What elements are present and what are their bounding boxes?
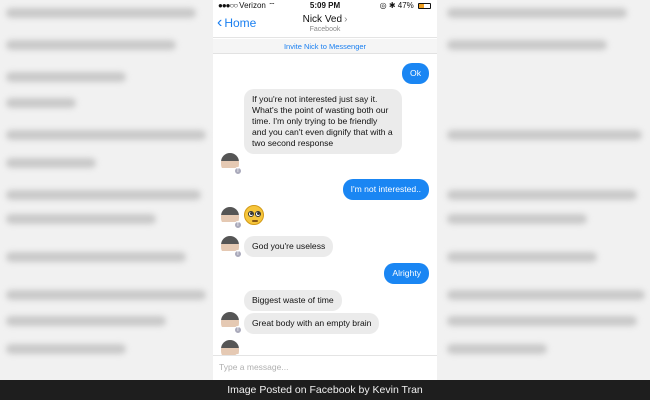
status-right: ◎ ✱ 47% — [380, 1, 431, 10]
battery-percent: 47% — [397, 1, 414, 10]
message-bubble-outgoing: I'm not interested.. — [342, 179, 429, 200]
contact-avatar[interactable]: f — [221, 153, 242, 175]
facebook-badge-icon: f — [234, 250, 242, 258]
message-bubble-outgoing: Ok — [402, 63, 429, 84]
blurred-article-left — [0, 0, 213, 380]
blurred-article-right — [437, 0, 650, 380]
contact-subtitle: Facebook — [309, 26, 341, 33]
message-composer — [213, 355, 437, 380]
invite-banner[interactable]: Invite Nick to Messenger — [213, 39, 437, 54]
bluetooth-icon: ✱ — [388, 1, 396, 10]
facebook-badge-icon: f — [234, 326, 242, 334]
emoji-eye-icon — [255, 211, 261, 217]
message-input[interactable] — [219, 360, 419, 374]
message-bubble-incoming: Biggest waste of time — [244, 290, 342, 311]
contact-name-text: Nick Ved — [302, 14, 343, 25]
message-bubble-incoming: Great body with an empty brain — [244, 313, 380, 334]
message-bubble-incoming: If you're not interested just say it. Wh… — [244, 89, 402, 154]
facebook-badge-icon: f — [234, 167, 242, 175]
message-bubble-incoming: God you're useless — [244, 236, 334, 257]
image-caption: Image Posted on Facebook by Kevin Tran — [0, 380, 650, 400]
messenger-screen: ●●●○○ Verizon ⌔ 5:09 PM ◎ ✱ 47% ‹ Home Ni… — [213, 0, 437, 380]
status-bar: ●●●○○ Verizon ⌔ 5:09 PM ◎ ✱ 47% — [213, 0, 437, 12]
eye-roll-emoji — [244, 205, 264, 225]
message-bubble-outgoing: Alrighty — [384, 263, 429, 284]
location-icon: ◎ — [379, 1, 387, 10]
facebook-badge-icon: f — [234, 221, 242, 229]
contact-avatar[interactable]: f — [221, 236, 242, 258]
battery-icon — [418, 2, 431, 9]
contact-avatar[interactable]: f — [221, 312, 242, 334]
contact-avatar[interactable]: f — [221, 207, 242, 229]
emoji-eye-icon — [248, 211, 254, 217]
contact-name[interactable]: Nick Ved › — [213, 14, 437, 25]
battery-fill — [419, 3, 425, 8]
chevron-right-icon: › — [344, 14, 348, 25]
emoji-mouth-icon — [252, 220, 258, 222]
navigation-bar: ‹ Home Nick Ved › Facebook — [213, 12, 437, 38]
